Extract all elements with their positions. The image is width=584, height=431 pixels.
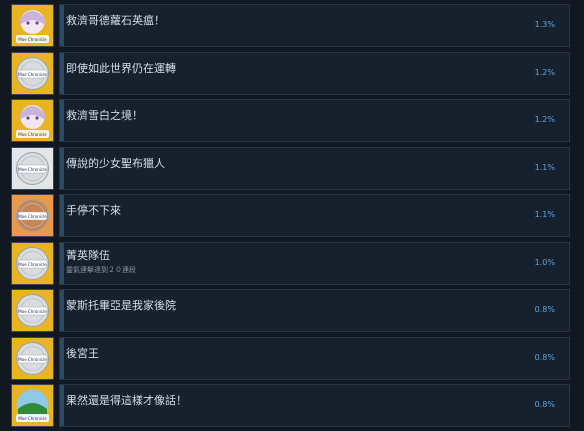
silver-coin-icon: Moe Chronicle: [11, 289, 54, 332]
svg-text:Moe Chronicle: Moe Chronicle: [18, 416, 47, 421]
unlock-percentage: 1.0%: [534, 258, 555, 267]
row-accent-bar: [60, 243, 64, 284]
row-accent-bar: [60, 148, 64, 189]
achievement-row[interactable]: Moe Chronicle 菁英隊伍靈氣連擊達到２０連段 1.0%: [11, 242, 570, 285]
achievement-row[interactable]: Moe Chronicle 果然還是得這樣才像話！ 0.8%: [11, 384, 570, 427]
achievement-panel: 救濟哥德蘿石英瘟！ 1.3%: [59, 4, 570, 47]
row-accent-bar: [60, 5, 64, 46]
achievement-row[interactable]: Moe Chronicle 後宮王 0.8%: [11, 337, 570, 380]
row-accent-bar: [60, 338, 64, 379]
achievement-title: 救濟雪白之境！: [66, 109, 143, 122]
achievement-row[interactable]: Moe Chronicle 救濟雪白之境！ 1.2%: [11, 99, 570, 142]
achievement-panel: 救濟雪白之境！ 1.2%: [59, 99, 570, 142]
achievement-panel: 果然還是得這樣才像話！ 0.8%: [59, 384, 570, 427]
row-accent-bar: [60, 385, 64, 426]
svg-text:Moe Chronicle: Moe Chronicle: [18, 357, 47, 362]
island-scene-icon: Moe Chronicle: [11, 384, 54, 427]
achievement-title: 菁英隊伍: [66, 249, 110, 262]
achievement-title: 救濟哥德蘿石英瘟！: [66, 14, 165, 27]
unlock-percentage: 1.2%: [534, 68, 555, 77]
svg-text:Moe Chronicle: Moe Chronicle: [18, 132, 47, 137]
girl-portrait-icon: Moe Chronicle: [11, 99, 54, 142]
achievement-description: 靈氣連擊達到２０連段: [66, 266, 136, 274]
bronze-coin-icon: Moe Chronicle: [11, 194, 54, 237]
svg-text:Moe Chronicle: Moe Chronicle: [18, 72, 47, 77]
unlock-percentage: 0.8%: [534, 305, 555, 314]
achievement-title: 後宮王: [66, 347, 99, 360]
svg-text:Moe Chronicle: Moe Chronicle: [18, 309, 47, 314]
achievement-list: Moe Chronicle 救濟哥德蘿石英瘟！ 1.3% Moe Chronicle…: [0, 0, 584, 431]
unlock-percentage: 0.8%: [534, 400, 555, 409]
achievement-title: 手停不下來: [66, 204, 121, 217]
achievement-row[interactable]: Moe Chronicle 傳說的少女聖布獵人 1.1%: [11, 147, 570, 190]
unlock-percentage: 1.3%: [534, 20, 555, 29]
svg-text:Moe Chronicle: Moe Chronicle: [18, 214, 47, 219]
achievement-title: 即使如此世界仍在運轉: [66, 62, 176, 75]
row-accent-bar: [60, 195, 64, 236]
achievement-panel: 傳說的少女聖布獵人 1.1%: [59, 147, 570, 190]
silver-coin-icon: Moe Chronicle: [11, 242, 54, 285]
row-accent-bar: [60, 290, 64, 331]
achievement-panel: 即使如此世界仍在運轉 1.2%: [59, 52, 570, 95]
achievement-title: 果然還是得這樣才像話！: [66, 394, 187, 407]
achievement-panel: 菁英隊伍靈氣連擊達到２０連段 1.0%: [59, 242, 570, 285]
achievement-panel: 後宮王 0.8%: [59, 337, 570, 380]
svg-text:Moe Chronicle: Moe Chronicle: [18, 262, 47, 267]
girl-portrait-icon: Moe Chronicle: [11, 4, 54, 47]
silver-coin-icon: Moe Chronicle: [11, 52, 54, 95]
achievement-row[interactable]: Moe Chronicle 手停不下來 1.1%: [11, 194, 570, 237]
unlock-percentage: 1.2%: [534, 115, 555, 124]
achievement-title: 傳說的少女聖布獵人: [66, 157, 165, 170]
row-accent-bar: [60, 53, 64, 94]
silver-coin-icon: Moe Chronicle: [11, 147, 54, 190]
svg-text:Moe Chronicle: Moe Chronicle: [18, 167, 47, 172]
achievement-row[interactable]: Moe Chronicle 救濟哥德蘿石英瘟！ 1.3%: [11, 4, 570, 47]
unlock-percentage: 1.1%: [534, 210, 555, 219]
svg-text:Moe Chronicle: Moe Chronicle: [18, 37, 47, 42]
achievement-panel: 手停不下來 1.1%: [59, 194, 570, 237]
unlock-percentage: 0.8%: [534, 353, 555, 362]
achievement-title: 蒙斯托畢亞是我家後院: [66, 299, 176, 312]
silver-coin-icon: Moe Chronicle: [11, 337, 54, 380]
achievement-row[interactable]: Moe Chronicle 蒙斯托畢亞是我家後院 0.8%: [11, 289, 570, 332]
row-accent-bar: [60, 100, 64, 141]
achievement-row[interactable]: Moe Chronicle 即使如此世界仍在運轉 1.2%: [11, 52, 570, 95]
unlock-percentage: 1.1%: [534, 163, 555, 172]
achievement-panel: 蒙斯托畢亞是我家後院 0.8%: [59, 289, 570, 332]
